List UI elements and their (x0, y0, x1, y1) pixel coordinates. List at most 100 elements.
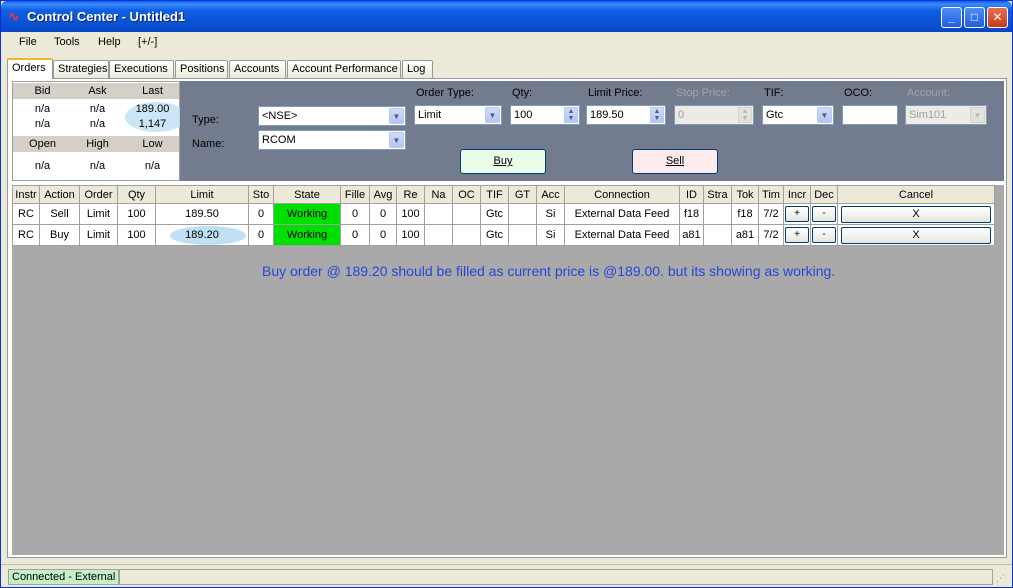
chevron-down-icon[interactable]: ▼ (817, 107, 832, 123)
account-label: Account: (907, 87, 950, 99)
menu-help[interactable]: Help (98, 36, 121, 48)
menu-toggle[interactable]: [+/-] (138, 36, 157, 48)
col-token[interactable]: Tok (731, 185, 759, 204)
col-gtd[interactable]: GT (508, 185, 537, 204)
cell-stop[interactable]: 0 (248, 203, 274, 225)
cell-tif: Gtc (480, 203, 509, 225)
col-limit[interactable]: Limit (155, 185, 249, 204)
resize-grip-icon[interactable]: ⋰ (996, 573, 1008, 585)
sell-button[interactable]: Sell (632, 149, 718, 174)
tab-executions[interactable]: Executions (109, 60, 174, 79)
chevron-down-icon: ▼ (970, 107, 985, 123)
cell-incr: + (783, 224, 811, 246)
menu-file[interactable]: File (19, 36, 37, 48)
cancel-button[interactable]: X (841, 226, 991, 244)
minimize-button[interactable]: _ (941, 7, 962, 28)
col-time[interactable]: Tim (758, 185, 784, 204)
maximize-button[interactable]: □ (964, 7, 985, 28)
oco-input[interactable] (842, 105, 898, 125)
cell-dec: - (810, 224, 838, 246)
col-name[interactable]: Na (424, 185, 453, 204)
menu-tools[interactable]: Tools (54, 36, 80, 48)
name-select[interactable]: RCOM ▼ (258, 130, 406, 150)
col-oco[interactable]: OC (452, 185, 481, 204)
tab-orders[interactable]: Orders (7, 58, 53, 79)
order-type-value: Limit (418, 109, 442, 121)
col-stop[interactable]: Sto (248, 185, 274, 204)
title-bar: ∿ Control Center - Untitled1 _ □ ✕ (1, 1, 1012, 32)
cell-instr: RC (12, 203, 40, 225)
col-account[interactable]: Acc (536, 185, 565, 204)
cell-token: a81 (731, 224, 759, 246)
qty-input[interactable]: 100 ▲ ▼ (510, 105, 580, 125)
col-dec[interactable]: Dec (810, 185, 838, 204)
control-center-window: ∿ Control Center - Untitled1 _ □ ✕ File … (0, 0, 1013, 588)
cell-name (424, 224, 453, 246)
col-strategy[interactable]: Stra (703, 185, 732, 204)
cell-connection: External Data Feed (564, 224, 680, 246)
col-instr[interactable]: Instr (12, 185, 40, 204)
cell-limit[interactable]: 189.20 (155, 224, 249, 246)
col-avg[interactable]: Avg (369, 185, 397, 204)
cell-token: f18 (731, 203, 759, 225)
col-cancel[interactable]: Cancel (837, 185, 995, 204)
cell-qty[interactable]: 100 (117, 224, 156, 246)
orders-grid-area: Instr Action Order Qty Limit Sto State F… (12, 185, 1004, 555)
spinner-icon[interactable]: ▲ ▼ (564, 107, 578, 123)
table-row[interactable]: RC Sell Limit 100 189.50 0 Working 0 0 1… (12, 203, 995, 225)
tab-account-performance[interactable]: Account Performance (287, 60, 401, 79)
col-filled[interactable]: Fille (340, 185, 370, 204)
tab-accounts[interactable]: Accounts (229, 60, 286, 79)
chevron-down-icon[interactable]: ▼ (389, 132, 404, 148)
col-remaining[interactable]: Re (396, 185, 425, 204)
cancel-button[interactable]: X (841, 205, 991, 223)
high-header: High (86, 138, 109, 150)
cell-strategy (703, 224, 732, 246)
orders-panel: Bid Ask Last n/a n/a 189.00 n/a n/a 1,14… (7, 78, 1007, 558)
order-type-select[interactable]: Limit ▼ (414, 105, 502, 125)
tab-positions[interactable]: Positions (175, 60, 228, 79)
quote-ohl-row: n/a n/a n/a (13, 158, 179, 174)
col-action[interactable]: Action (39, 185, 80, 204)
cell-stop[interactable]: 0 (248, 224, 274, 246)
ask-header: Ask (88, 85, 107, 97)
tab-strategies[interactable]: Strategies (53, 60, 109, 79)
status-bar: Connected - External ⋰ (1, 564, 1012, 587)
cell-time: 7/2 (758, 203, 784, 225)
cell-action: Sell (39, 203, 80, 225)
cell-limit[interactable]: 189.50 (155, 203, 249, 225)
cell-qty[interactable]: 100 (117, 203, 156, 225)
decrement-button[interactable]: - (812, 227, 836, 243)
table-row[interactable]: RC Buy Limit 100 189.20 0 Working 0 0 10… (12, 224, 995, 246)
window-title: Control Center - Untitled1 (27, 9, 186, 24)
buy-button[interactable]: Buy (460, 149, 546, 174)
col-tif[interactable]: TIF (480, 185, 509, 204)
col-id[interactable]: ID (679, 185, 704, 204)
chevron-down-icon[interactable]: ▼ (389, 108, 404, 124)
quote-header-row-2: Open High Low (13, 136, 179, 152)
tab-log[interactable]: Log (402, 60, 433, 79)
type-select[interactable]: <NSE> ▼ (258, 106, 406, 126)
cell-id: f18 (679, 203, 704, 225)
col-qty[interactable]: Qty (117, 185, 156, 204)
close-button[interactable]: ✕ (987, 7, 1008, 28)
cell-cancel: X (837, 203, 995, 225)
cell-cancel: X (837, 224, 995, 246)
status-panel (119, 569, 993, 585)
limit-price-input[interactable]: 189.50 ▲ ▼ (586, 105, 666, 125)
decrement-button[interactable]: - (812, 206, 836, 222)
tif-select[interactable]: Gtc ▼ (762, 105, 834, 125)
increment-button[interactable]: + (785, 227, 809, 243)
chevron-down-icon[interactable]: ▼ (485, 107, 500, 123)
col-order[interactable]: Order (79, 185, 118, 204)
col-state[interactable]: State (273, 185, 341, 204)
bid-value: n/a (34, 103, 51, 115)
spinner-icon[interactable]: ▲ ▼ (650, 107, 664, 123)
increment-button[interactable]: + (785, 206, 809, 222)
col-incr[interactable]: Incr (783, 185, 811, 204)
quote-header-row: Bid Ask Last (13, 83, 179, 99)
col-connection[interactable]: Connection (564, 185, 680, 204)
cell-incr: + (783, 203, 811, 225)
quote-box: Bid Ask Last n/a n/a 189.00 n/a n/a 1,14… (12, 81, 187, 181)
cell-dec: - (810, 203, 838, 225)
